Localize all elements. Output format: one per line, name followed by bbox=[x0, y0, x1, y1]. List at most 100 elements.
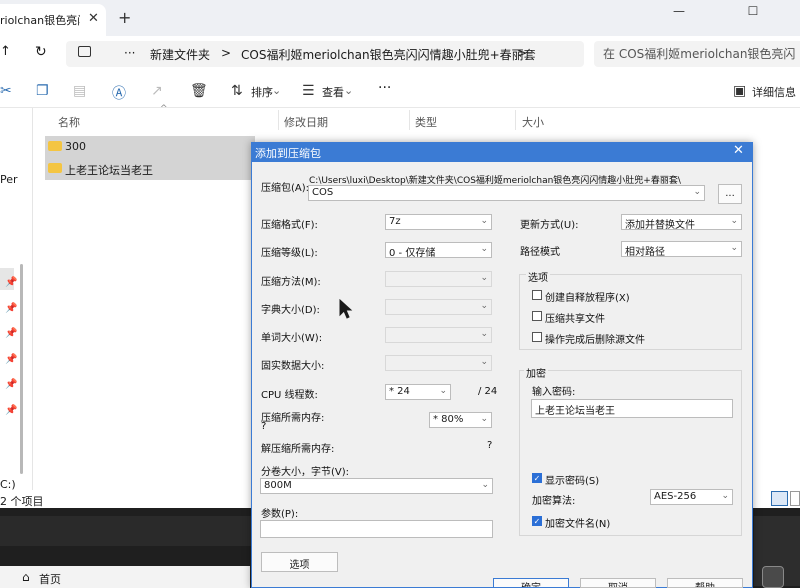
sfx-label[interactable]: 创建自释放程序(X) bbox=[545, 289, 630, 304]
path-mode-select[interactable]: 相对路径 ⌄ bbox=[621, 241, 742, 257]
show-password-checkbox[interactable]: ✓ bbox=[532, 473, 542, 483]
pin-icon: 📌 bbox=[5, 303, 18, 314]
dict-select: ⌄ bbox=[385, 299, 492, 315]
breadcrumb-folder[interactable]: 新建文件夹 bbox=[150, 46, 210, 63]
update-value: 添加并替换文件 bbox=[625, 220, 695, 230]
breadcrumb-more[interactable]: ··· bbox=[124, 46, 135, 60]
chevron-down-icon: ⌄ bbox=[272, 84, 282, 97]
mem-comp-select[interactable]: * 80% ⌄ bbox=[429, 412, 492, 428]
options-button[interactable]: 选项 bbox=[261, 552, 338, 572]
dict-label: 字典大小(D): bbox=[261, 305, 320, 316]
method-select: ⌄ bbox=[385, 271, 492, 287]
volume-select[interactable]: 800M ⌄ bbox=[260, 478, 493, 494]
solid-label: 固实数据大小: bbox=[261, 361, 325, 372]
browse-button[interactable]: ... bbox=[718, 184, 742, 204]
rename-icon[interactable]: Ⓐ bbox=[112, 83, 126, 103]
minimize-button[interactable]: — bbox=[667, 4, 691, 24]
level-select[interactable]: 0 - 仅存储 ⌄ bbox=[385, 242, 492, 258]
nav-item-label[interactable]: Per bbox=[0, 173, 18, 186]
chevron-down-icon: ⌄ bbox=[480, 244, 488, 254]
mem-comp-label: 压缩所需内存: bbox=[261, 413, 325, 424]
close-icon[interactable]: ✕ bbox=[733, 143, 744, 158]
params-input[interactable] bbox=[260, 520, 493, 538]
format-select[interactable]: 7z ⌄ bbox=[385, 214, 492, 230]
app-icon[interactable] bbox=[762, 566, 784, 588]
enc-method-select[interactable]: AES-256 ⌄ bbox=[650, 489, 733, 505]
column-date[interactable]: 修改日期 bbox=[284, 114, 328, 130]
search-input[interactable]: 在 COS福利姬meriolchan银色亮闪 bbox=[594, 41, 800, 67]
share-icon[interactable]: ↗ bbox=[151, 83, 163, 99]
delete-after-label[interactable]: 操作完成后删除源文件 bbox=[545, 331, 645, 346]
delete-icon[interactable]: 🗑 bbox=[190, 83, 208, 99]
path-mode-value: 相对路径 bbox=[625, 247, 665, 257]
breadcrumb-current[interactable]: COS福利姬meriolchan银色亮闪闪情趣小肚兜+春丽套 bbox=[241, 46, 536, 63]
refresh-icon[interactable]: ↻ bbox=[35, 44, 47, 60]
column-name[interactable]: 名称 bbox=[58, 114, 80, 130]
view-icon: ☰ bbox=[302, 83, 315, 99]
column-size[interactable]: 大小 bbox=[522, 114, 544, 130]
level-value: 0 - 仅存储 bbox=[389, 248, 436, 258]
options-group-title: 选项 bbox=[526, 269, 550, 284]
tab-active[interactable]: riolchan银色亮闪 ✕ bbox=[0, 4, 106, 36]
column-divider[interactable] bbox=[278, 110, 279, 130]
home-icon: ⌂ bbox=[22, 570, 30, 584]
column-divider[interactable] bbox=[409, 110, 410, 130]
copy-icon[interactable]: ❐ bbox=[36, 83, 49, 99]
home-nav[interactable] bbox=[0, 566, 250, 588]
new-tab-button[interactable]: + bbox=[118, 8, 131, 27]
breadcrumb-chevron[interactable]: > bbox=[517, 46, 527, 60]
cut-icon[interactable]: ✂ bbox=[0, 83, 12, 99]
pin-icon: 📌 bbox=[5, 328, 18, 339]
encrypt-names-label[interactable]: 加密文件名(N) bbox=[545, 515, 610, 530]
scrollbar[interactable] bbox=[20, 264, 23, 474]
shared-files-label[interactable]: 压缩共享文件 bbox=[545, 310, 605, 325]
delete-after-checkbox[interactable] bbox=[532, 332, 542, 342]
maximize-button[interactable]: ☐ bbox=[741, 4, 765, 24]
tiles-view-icon[interactable] bbox=[790, 491, 800, 506]
help-button[interactable]: 帮助 bbox=[667, 578, 743, 588]
archive-name-field[interactable]: COS ⌄ bbox=[308, 185, 705, 201]
chevron-down-icon: ⌄ bbox=[480, 414, 488, 424]
mem-decomp-value: ? bbox=[487, 440, 493, 451]
background-panel bbox=[0, 516, 254, 546]
encrypt-names-checkbox[interactable]: ✓ bbox=[532, 516, 542, 526]
sfx-checkbox[interactable] bbox=[532, 290, 542, 300]
show-password-label[interactable]: 显示密码(S) bbox=[545, 472, 599, 487]
ok-button[interactable]: 确定 bbox=[493, 578, 569, 588]
close-tab-icon[interactable]: ✕ bbox=[88, 11, 99, 26]
format-value: 7z bbox=[389, 216, 401, 227]
details-button[interactable]: 详细信息 bbox=[752, 84, 796, 100]
encryption-group-title: 加密 bbox=[524, 365, 548, 380]
password-label: 输入密码: bbox=[532, 387, 576, 398]
drive-label: C:) bbox=[0, 478, 16, 491]
column-type[interactable]: 类型 bbox=[415, 114, 437, 130]
more-options-button[interactable]: ··· bbox=[378, 80, 391, 96]
up-arrow-icon[interactable]: ↑ bbox=[0, 44, 11, 59]
params-label: 参数(P): bbox=[261, 509, 299, 520]
password-input[interactable]: 上老王论坛当老王 bbox=[531, 399, 733, 418]
divider bbox=[32, 108, 33, 508]
view-button[interactable]: 查看 bbox=[322, 84, 344, 100]
paste-icon[interactable]: ▤ bbox=[73, 83, 86, 99]
update-select[interactable]: 添加并替换文件 ⌄ bbox=[621, 214, 742, 230]
shared-files-checkbox[interactable] bbox=[532, 311, 542, 321]
file-name: 上老王论坛当老王 bbox=[65, 164, 153, 177]
cancel-button[interactable]: 取消 bbox=[580, 578, 656, 588]
volume-value: 800M bbox=[264, 480, 292, 491]
column-divider[interactable] bbox=[515, 110, 516, 130]
method-label: 压缩方法(M): bbox=[261, 277, 321, 288]
threads-select[interactable]: * 24 ⌄ bbox=[385, 384, 451, 400]
folder-icon bbox=[48, 141, 62, 151]
home-label[interactable]: 首页 bbox=[39, 571, 61, 587]
chevron-down-icon: ⌄ bbox=[480, 273, 488, 283]
archive-name-value: COS bbox=[312, 187, 334, 198]
sort-button[interactable]: 排序 bbox=[251, 84, 273, 100]
details-view-icon[interactable] bbox=[771, 491, 788, 506]
mem-comp-sub: ? bbox=[261, 421, 267, 432]
chevron-down-icon: ⌄ bbox=[480, 357, 488, 367]
file-name: 300 bbox=[65, 140, 86, 153]
pin-icon: 📌 bbox=[5, 277, 18, 288]
enc-method-label: 加密算法: bbox=[532, 496, 576, 507]
chevron-down-icon: ⌄ bbox=[480, 329, 488, 339]
mem-comp-value: * 80% bbox=[433, 414, 464, 425]
